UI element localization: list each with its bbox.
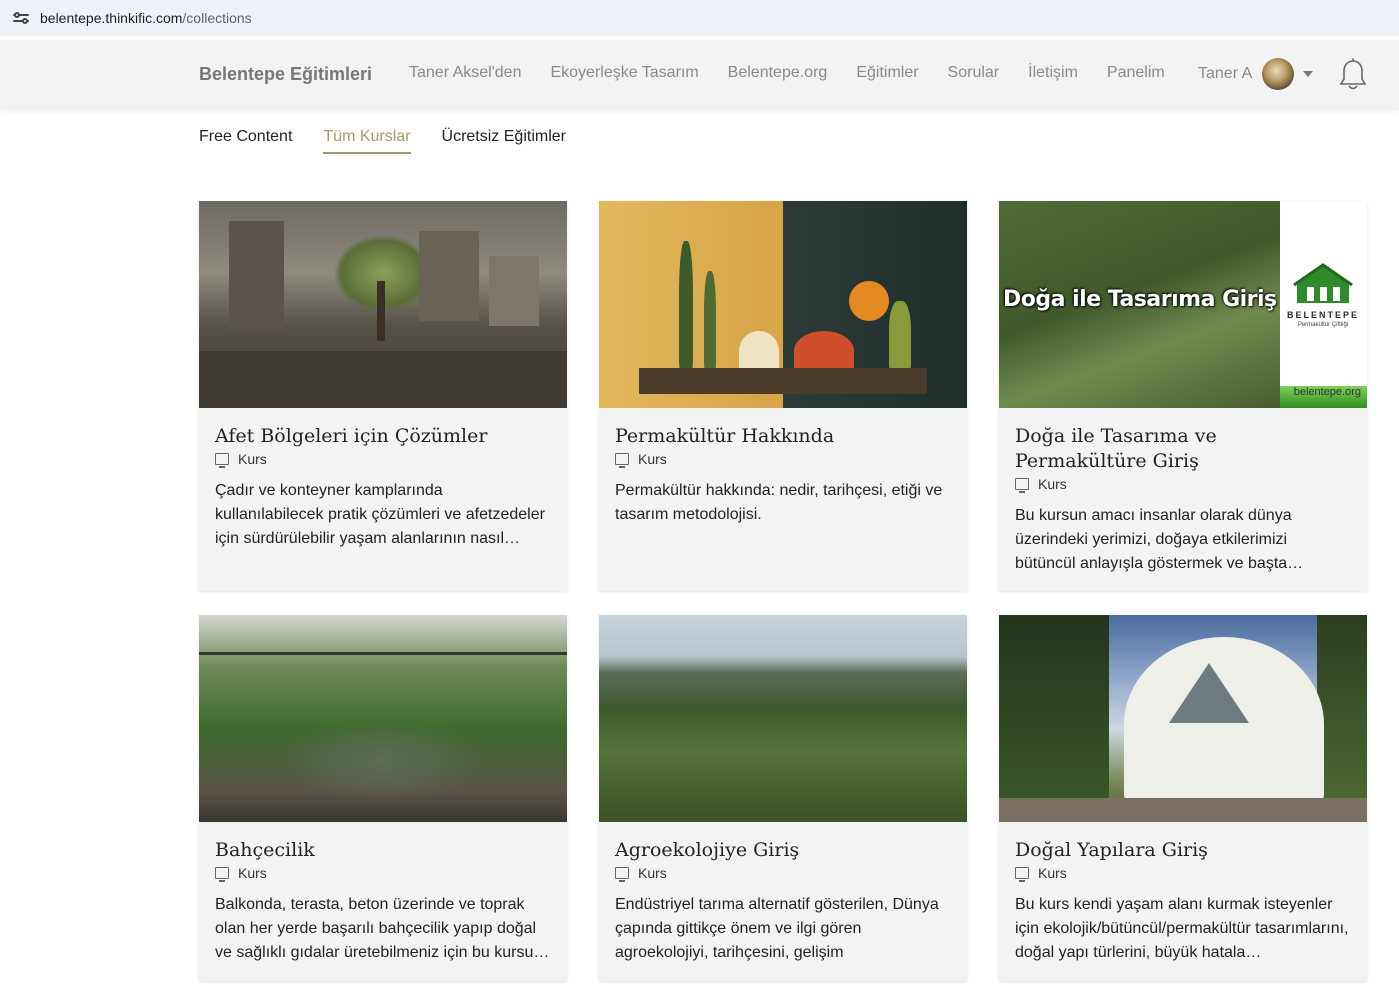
- url-text[interactable]: belentepe.thinkific.com/collections: [40, 10, 252, 26]
- course-title[interactable]: Permakültür Hakkında: [615, 424, 951, 449]
- course-image[interactable]: [599, 201, 967, 408]
- course-card[interactable]: BELENTEPE Permakültür Çiftliği belentepe…: [999, 201, 1367, 591]
- image-logo-text: BELENTEPE: [1286, 310, 1359, 320]
- course-title[interactable]: Doğa ile Tasarıma ve Permakültüre Giriş: [1015, 424, 1351, 474]
- course-description: Bu kursun amacı insanlar olarak dünya üz…: [1015, 507, 1304, 572]
- nav-item-sorular[interactable]: Sorular: [948, 64, 1000, 82]
- course-type-label: Kurs: [238, 865, 267, 881]
- course-description: Bu kurs kendi yaşam alanı kurmak isteyen…: [1015, 896, 1349, 961]
- course-card[interactable]: Permakültür Hakkında Kurs Permakültür ha…: [599, 201, 967, 591]
- presentation-icon: [215, 867, 229, 882]
- course-image[interactable]: [999, 615, 1367, 822]
- course-type-label: Kurs: [1038, 476, 1067, 492]
- presentation-icon: [1015, 867, 1029, 882]
- image-url-text: belentepe.org: [1293, 386, 1361, 398]
- course-type: Kurs: [215, 451, 551, 468]
- tab-ucretsiz-egitimler[interactable]: Ücretsiz Eğitimler: [442, 128, 566, 154]
- nav-item-egitimler[interactable]: Eğitimler: [856, 64, 918, 82]
- chevron-down-icon: [1303, 71, 1314, 77]
- course-description: Permakültür hakkında: nedir, tarihçesi, …: [615, 482, 943, 523]
- course-title[interactable]: Bahçecilik: [215, 838, 551, 863]
- course-description: Endüstriyel tarıma alternatif gösterilen…: [615, 896, 939, 961]
- course-card[interactable]: Bahçecilik Kurs Balkonda, terasta, beton…: [199, 615, 567, 981]
- bell-icon[interactable]: [1339, 58, 1367, 92]
- course-image[interactable]: [599, 615, 967, 822]
- course-title[interactable]: Doğal Yapılara Giriş: [1015, 838, 1351, 863]
- course-type-label: Kurs: [638, 451, 667, 467]
- tab-tum-kurslar[interactable]: Tüm Kurslar: [323, 128, 411, 154]
- belentepe-logo-icon: [1293, 263, 1353, 303]
- course-type-label: Kurs: [1038, 865, 1067, 881]
- collection-tabs: Free Content Tüm Kurslar Ücretsiz Eğitim…: [199, 128, 566, 154]
- nav-item-taner-aksel[interactable]: Taner Aksel'den: [409, 64, 521, 82]
- nav-item-panelim[interactable]: Panelim: [1107, 64, 1165, 82]
- course-card[interactable]: Afet Bölgeleri için Çözümler Kurs Çadır …: [199, 201, 567, 591]
- course-card[interactable]: Agroekolojiye Giriş Kurs Endüstriyel tar…: [599, 615, 967, 981]
- course-type: Kurs: [1015, 865, 1351, 882]
- course-type: Kurs: [615, 451, 951, 468]
- course-image[interactable]: [199, 201, 567, 408]
- presentation-icon: [615, 453, 629, 468]
- course-type-label: Kurs: [238, 451, 267, 467]
- course-type: Kurs: [1015, 476, 1351, 493]
- url-host: belentepe.thinkific.com: [40, 10, 183, 26]
- site-settings-icon[interactable]: [12, 9, 30, 27]
- nav-item-ekoyerleske[interactable]: Ekoyerleşke Tasarım: [550, 64, 698, 82]
- course-image[interactable]: BELENTEPE Permakültür Çiftliği belentepe…: [999, 201, 1367, 408]
- image-overlay-title: Doğa ile Tasarıma Giriş: [1003, 287, 1277, 312]
- course-card[interactable]: Doğal Yapılara Giriş Kurs Bu kurs kendi …: [999, 615, 1367, 981]
- course-type: Kurs: [615, 865, 951, 882]
- course-title[interactable]: Agroekolojiye Giriş: [615, 838, 951, 863]
- browser-address-bar[interactable]: belentepe.thinkific.com/collections: [0, 0, 1399, 36]
- main-nav: Taner Aksel'den Ekoyerleşke Tasarım Bele…: [409, 64, 1165, 82]
- course-type-label: Kurs: [638, 865, 667, 881]
- course-description: Balkonda, terasta, beton üzerinde ve top…: [215, 896, 550, 961]
- image-logo-subtext: Permakültür Çiftliği: [1297, 322, 1349, 328]
- presentation-icon: [615, 867, 629, 882]
- url-path: /collections: [182, 10, 252, 26]
- presentation-icon: [215, 453, 229, 468]
- course-description: Çadır ve konteyner kamplarında kullanıla…: [215, 482, 545, 547]
- nav-item-belentepe-org[interactable]: Belentepe.org: [728, 64, 828, 82]
- tab-free-content[interactable]: Free Content: [199, 128, 292, 154]
- course-type: Kurs: [215, 865, 551, 882]
- course-image[interactable]: [199, 615, 567, 822]
- course-title[interactable]: Afet Bölgeleri için Çözümler: [215, 424, 551, 449]
- avatar: [1262, 58, 1295, 90]
- nav-item-iletisim[interactable]: İletişim: [1028, 64, 1078, 82]
- user-name: Taner A: [1198, 65, 1253, 82]
- presentation-icon: [1015, 478, 1029, 493]
- site-header: Belentepe Eğitimleri Taner Aksel'den Eko…: [0, 40, 1399, 110]
- brand-link[interactable]: Belentepe Eğitimleri: [199, 64, 372, 85]
- user-menu[interactable]: Taner A: [1198, 58, 1314, 90]
